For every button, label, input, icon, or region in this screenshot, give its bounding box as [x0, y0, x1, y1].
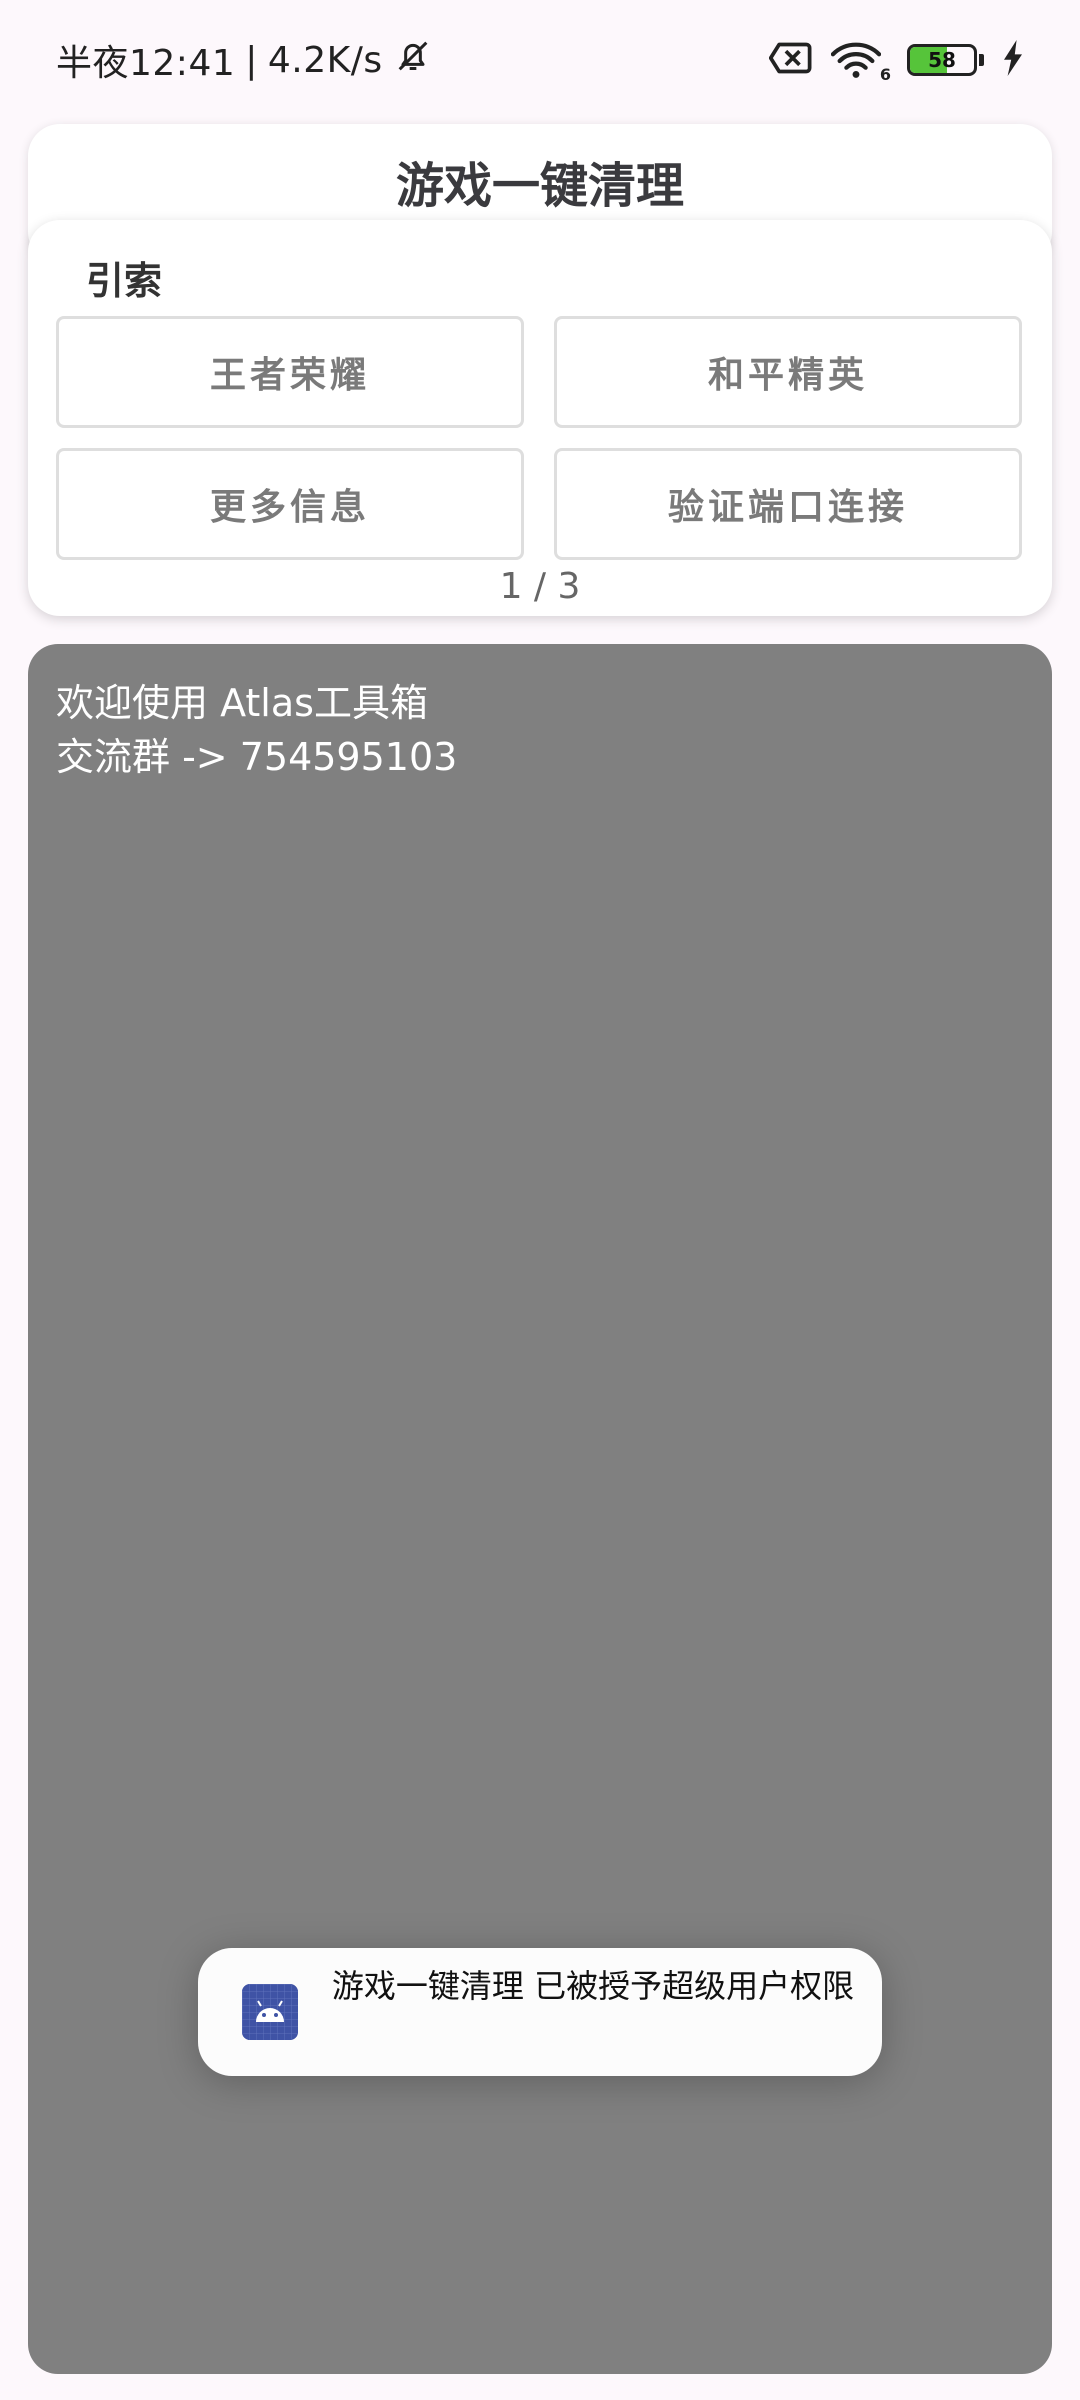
section-label: 引索: [86, 259, 163, 303]
log-line-welcome: 欢迎使用 Atlas工具箱: [56, 681, 428, 725]
more-info-button[interactable]: 更多信息: [56, 448, 524, 560]
verify-port-button[interactable]: 验证端口连接: [554, 448, 1022, 560]
page-indicator: 1 / 3: [499, 566, 581, 607]
log-text: 欢迎使用 Atlas工具箱 交流群 -> 754595103: [56, 676, 457, 784]
log-line-group: 交流群 -> 754595103: [56, 735, 458, 779]
status-bar: 半夜12:41 | 4.2K/s 6 58: [0, 0, 1080, 120]
android-icon: [242, 1984, 298, 2040]
status-right: 6 58: [768, 40, 1024, 84]
network-type: 6: [879, 65, 891, 84]
wifi-icon: 6: [831, 40, 891, 84]
battery-cap: [979, 54, 984, 66]
status-time: 半夜12:41: [56, 43, 236, 84]
status-left: 半夜12:41 | 4.2K/s: [56, 34, 433, 86]
honor-of-kings-button[interactable]: 王者荣耀: [56, 316, 524, 428]
log-panel[interactable]: 欢迎使用 Atlas工具箱 交流群 -> 754595103: [28, 644, 1052, 2374]
status-net-speed: 4.2K/s: [267, 39, 383, 81]
toast-message: 游戏一键清理 已被授予超级用户权限: [331, 1967, 855, 2005]
peace-elite-button[interactable]: 和平精英: [554, 316, 1022, 428]
bell-off-icon: [393, 36, 433, 85]
status-separator: |: [245, 39, 258, 81]
sim-error-icon: [768, 40, 813, 80]
page-title: 游戏一键清理: [395, 158, 684, 214]
charging-icon: [1002, 40, 1024, 80]
battery-icon: 58: [907, 44, 977, 76]
index-card: 引索 王者荣耀 和平精英 更多信息 验证端口连接 1 / 3: [28, 220, 1052, 616]
battery-group: 58: [907, 44, 984, 76]
toast: 游戏一键清理 已被授予超级用户权限: [198, 1948, 882, 2076]
battery-level: 58: [928, 48, 956, 72]
